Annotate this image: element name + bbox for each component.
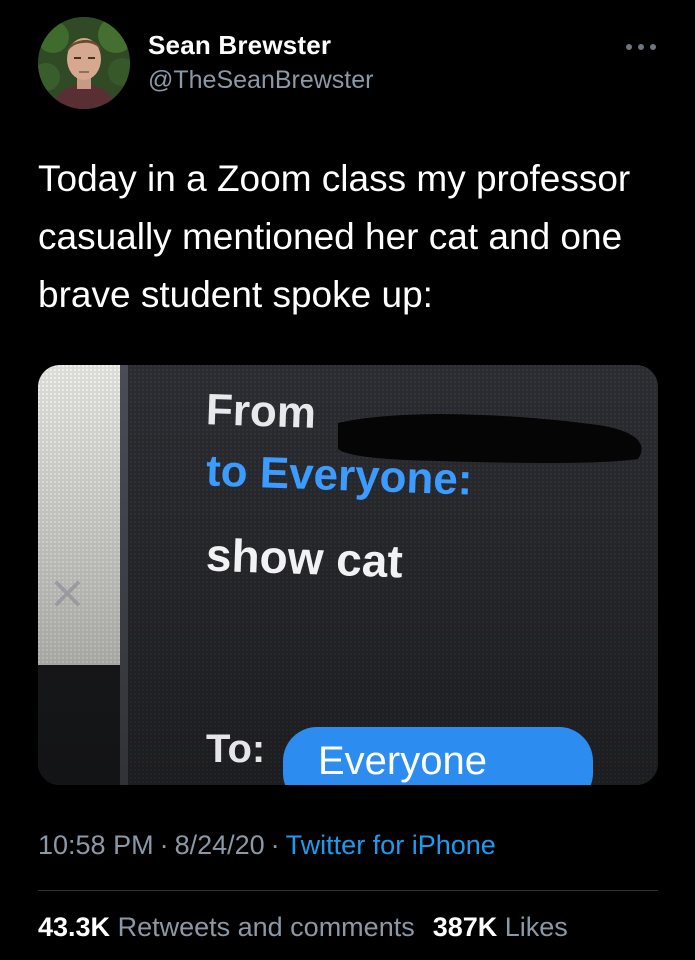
likes-count: 387K: [432, 912, 498, 942]
more-options-icon[interactable]: [624, 40, 658, 54]
avatar[interactable]: [38, 17, 130, 109]
tweet-text: Today in a Zoom class my professor casua…: [38, 158, 631, 315]
chat-to-everyone-label: to Everyone:: [205, 446, 474, 505]
meta-separator: ·: [270, 830, 280, 860]
tweet-stats: 43.3K Retweets and comments 387K Likes: [38, 912, 568, 943]
retweets-count: 43.3K: [38, 912, 111, 942]
retweets-stat[interactable]: 43.3K Retweets and comments: [38, 912, 415, 942]
close-icon: ×: [48, 565, 87, 619]
user-handle[interactable]: @TheSeanBrewster: [148, 66, 373, 95]
retweets-label: Retweets and comments: [117, 912, 415, 942]
chat-to-label: To:: [206, 727, 266, 771]
tweet-time[interactable]: 10:58 PM: [38, 830, 154, 860]
tweet-header: Sean Brewster @TheSeanBrewster: [0, 0, 695, 130]
meta-separator: ·: [159, 830, 169, 860]
chat-message: show cat: [205, 528, 404, 588]
avatar-image: [38, 17, 130, 109]
chat-from-label: From: [205, 385, 317, 438]
display-name[interactable]: Sean Brewster: [148, 30, 331, 61]
likes-label: Likes: [504, 912, 568, 942]
tweet-source-link[interactable]: Twitter for iPhone: [286, 830, 496, 860]
tweet-media[interactable]: × From to Everyone: show cat To: Everyon…: [38, 365, 658, 785]
chat-recipient-value: Everyone: [318, 739, 487, 783]
tweet-meta: 10:58 PM · 8/24/20 · Twitter for iPhone: [38, 830, 496, 861]
divider: [38, 890, 658, 891]
tweet-date[interactable]: 8/24/20: [175, 830, 265, 860]
likes-stat[interactable]: 387K Likes: [433, 912, 568, 942]
